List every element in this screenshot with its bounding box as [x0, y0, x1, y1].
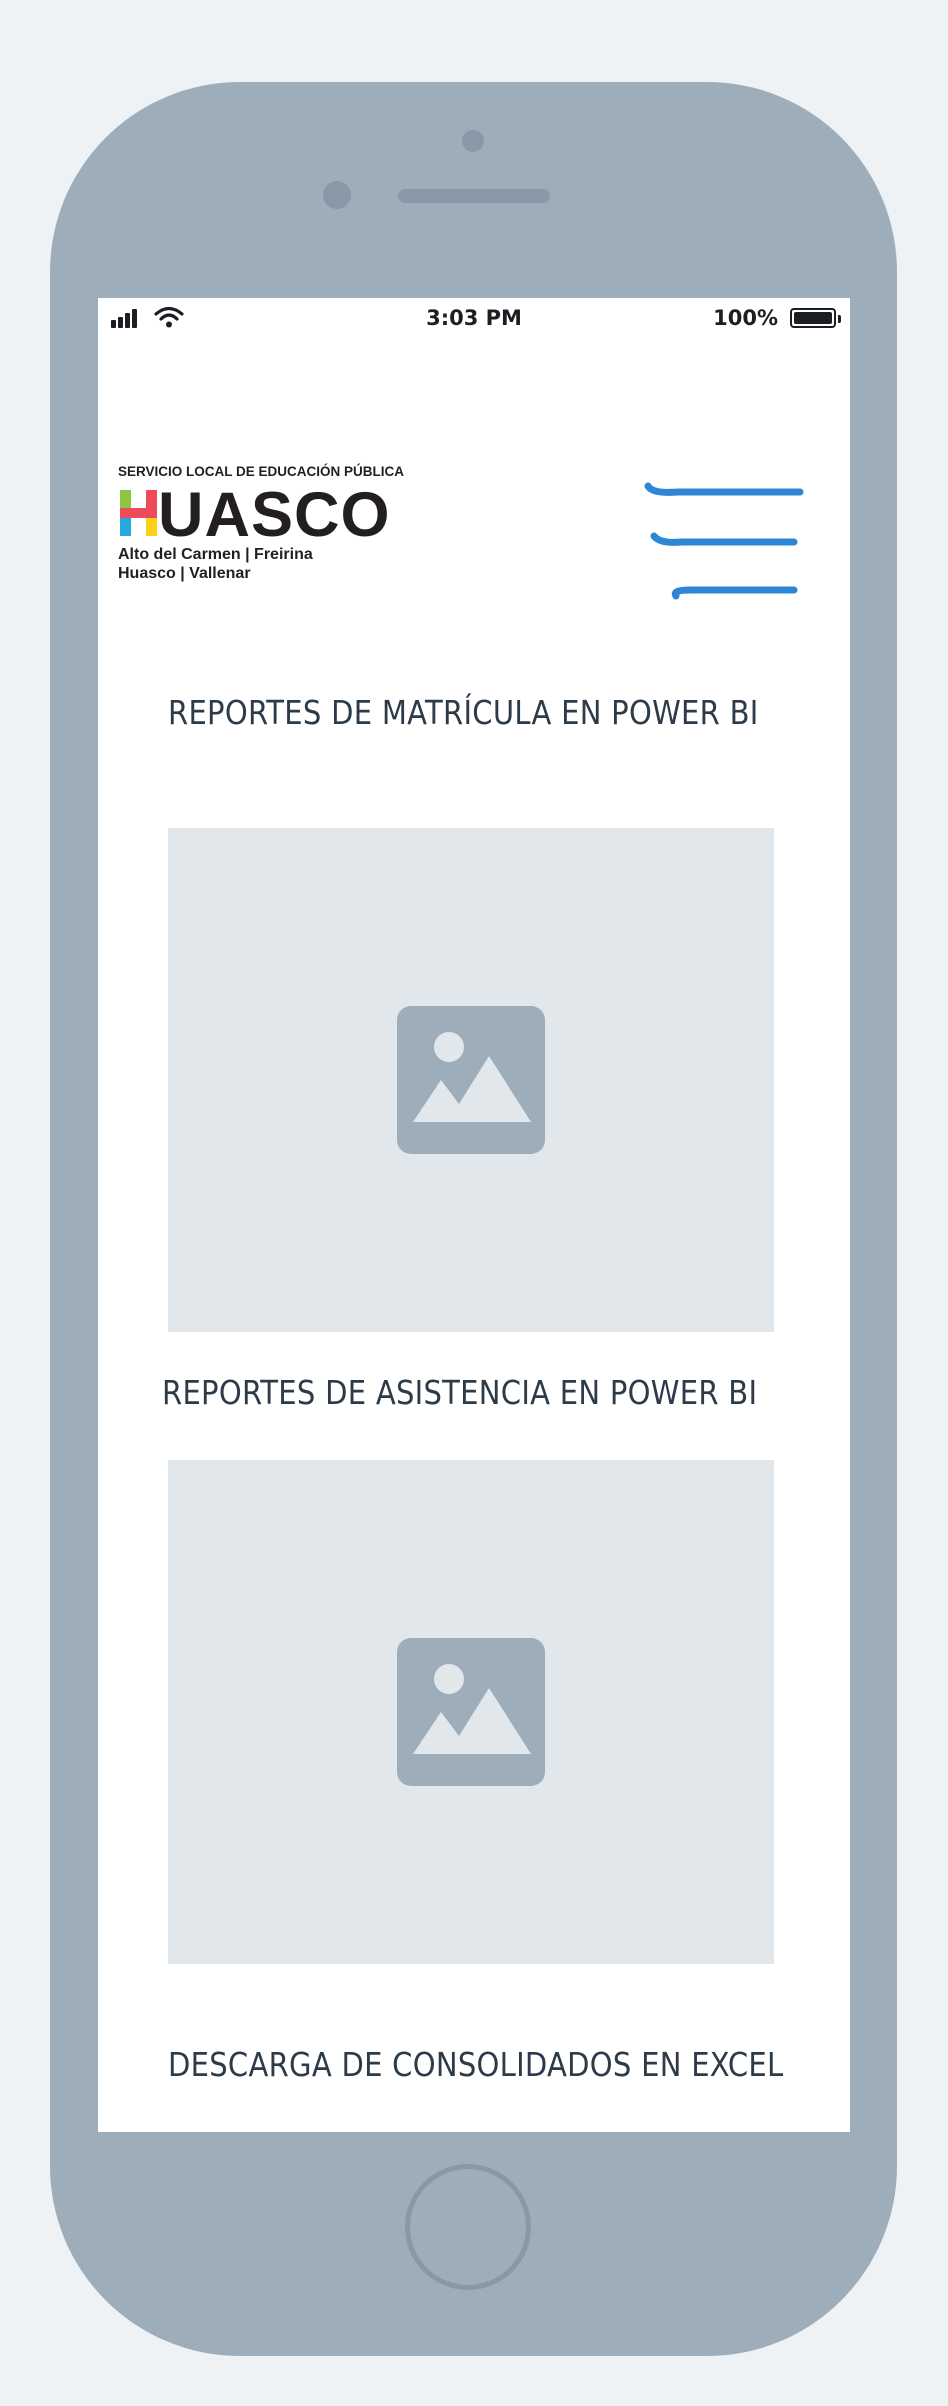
asistencia-report-image[interactable] — [168, 1460, 774, 1964]
image-placeholder-icon — [397, 1006, 545, 1154]
phone-screen: 3:03 PM 100% SERVICIO LOCAL DE EDUCACIÓN… — [98, 298, 850, 2132]
section-title-matricula: REPORTES DE MATRÍCULA EN POWER BI — [168, 693, 759, 732]
battery-nub — [838, 315, 841, 323]
hamburger-menu-icon[interactable] — [638, 476, 810, 606]
battery-fill — [794, 312, 832, 324]
proximity-sensor — [462, 130, 484, 152]
logo-service-text: SERVICIO LOCAL DE EDUCACIÓN PÚBLICA — [118, 464, 405, 479]
front-camera — [323, 181, 351, 209]
huasco-logo[interactable]: SERVICIO LOCAL DE EDUCACIÓN PÚBLICA UASC… — [118, 464, 438, 594]
image-placeholder-icon — [397, 1638, 545, 1786]
battery-icon — [790, 308, 836, 328]
home-button[interactable] — [405, 2164, 531, 2290]
section-title-consolidados[interactable]: DESCARGA DE CONSOLIDADOS EN EXCEL — [168, 2045, 830, 2084]
battery-percentage: 100% — [713, 306, 778, 330]
matricula-report-image[interactable] — [168, 828, 774, 1332]
logo-h-mark — [120, 490, 157, 536]
logo-communes-line-1: Alto del Carmen | Freirina — [118, 546, 313, 563]
earpiece-speaker — [398, 189, 550, 203]
logo-communes-line-2: Huasco | Vallenar — [118, 565, 251, 582]
section-title-asistencia: REPORTES DE ASISTENCIA EN POWER BI — [162, 1373, 758, 1412]
logo-wordmark: UASCO — [158, 480, 391, 550]
status-bar: 3:03 PM 100% — [98, 298, 850, 340]
